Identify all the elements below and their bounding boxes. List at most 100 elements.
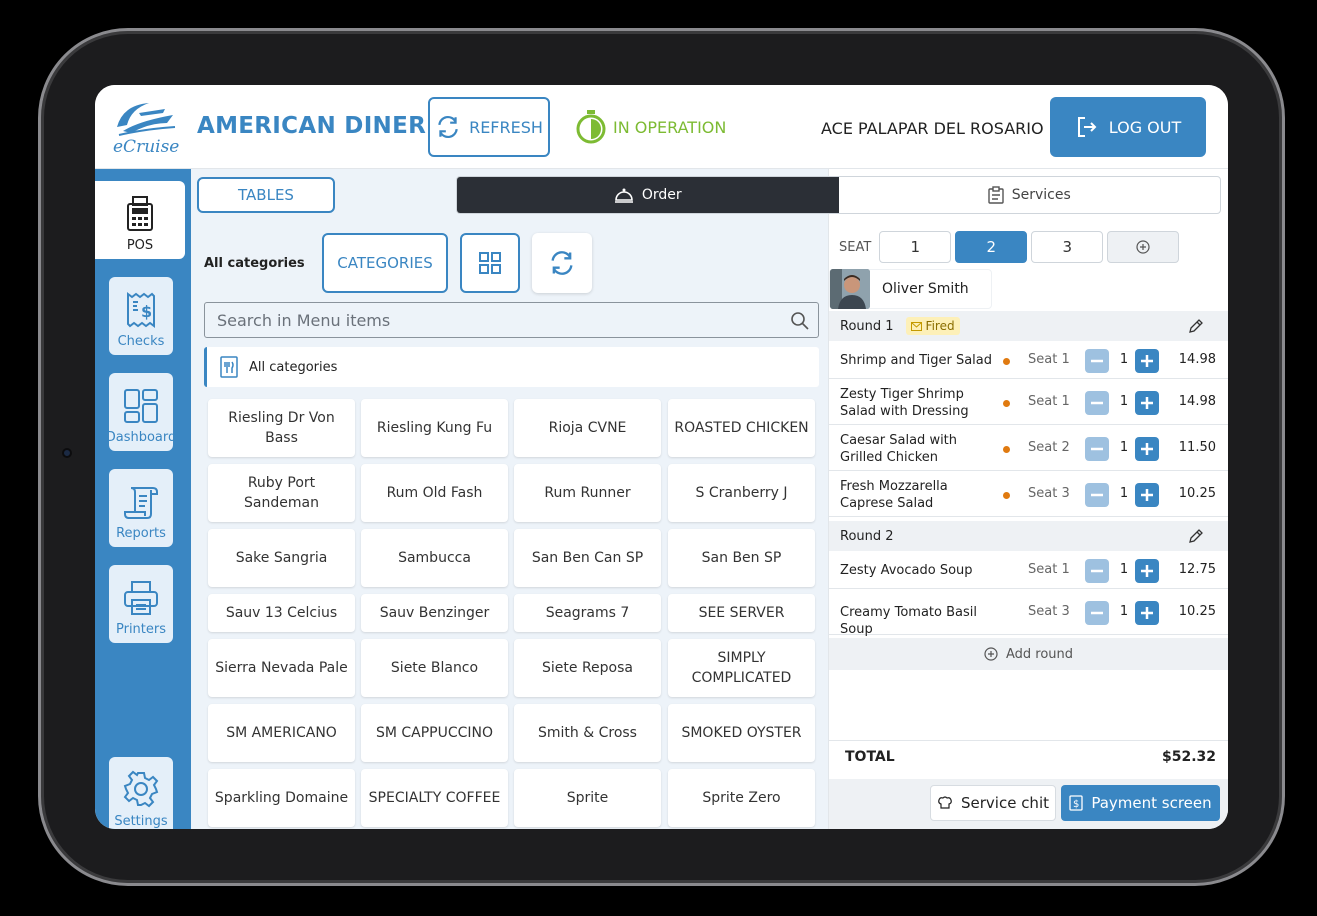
menu-item-button[interactable]: Sake Sangria bbox=[208, 529, 355, 587]
increase-qty-button[interactable] bbox=[1135, 601, 1159, 625]
menu-item-button[interactable]: Siete Reposa bbox=[514, 639, 661, 697]
menu-item-button[interactable]: SMOKED OYSTER bbox=[668, 704, 815, 762]
menu-item-button[interactable]: Smith & Cross bbox=[514, 704, 661, 762]
search-icon[interactable] bbox=[790, 311, 810, 331]
logo-text: eCruise bbox=[113, 137, 180, 157]
seat-button-1[interactable]: 1 bbox=[879, 231, 952, 263]
menu-item-button[interactable]: SEE SERVER bbox=[668, 594, 815, 632]
menu-item-button[interactable]: Riesling Dr Von Bass bbox=[208, 399, 355, 457]
tab-order-label: Order bbox=[641, 187, 682, 203]
menu-item-button[interactable]: San Ben Can SP bbox=[514, 529, 661, 587]
sidebar: POS $ Checks Dashboard Reports Printers … bbox=[95, 169, 191, 829]
service-chit-button[interactable]: Service chit bbox=[930, 785, 1056, 821]
sidebar-label-checks: Checks bbox=[117, 334, 165, 349]
operation-status: IN OPERATION bbox=[575, 109, 726, 145]
order-line[interactable]: Shrimp and Tiger Salad Seat 1 1 14.98 bbox=[829, 343, 1228, 379]
payment-screen-button[interactable]: $ Payment screen bbox=[1061, 785, 1220, 821]
plus-icon bbox=[1141, 489, 1153, 501]
seat-button-3[interactable]: 3 bbox=[1031, 231, 1104, 263]
scroll-icon bbox=[124, 487, 158, 519]
tab-order[interactable]: Order bbox=[457, 177, 839, 213]
sidebar-item-printers[interactable]: Printers bbox=[109, 565, 173, 643]
minus-icon bbox=[1091, 611, 1103, 615]
menu-item-button[interactable]: Ruby Port Sandeman bbox=[208, 464, 355, 522]
decrease-qty-button[interactable] bbox=[1085, 349, 1109, 373]
menu-item-button[interactable]: Rum Old Fash bbox=[361, 464, 508, 522]
sidebar-item-checks[interactable]: $ Checks bbox=[109, 277, 173, 355]
menu-item-button[interactable]: SM AMERICANO bbox=[208, 704, 355, 762]
fired-badge: Fired bbox=[905, 317, 960, 335]
sidebar-item-settings[interactable]: Settings bbox=[109, 757, 173, 829]
guest-chip[interactable]: Oliver Smith bbox=[829, 269, 992, 309]
line-seat: Seat 3 bbox=[1028, 604, 1070, 619]
sidebar-item-dashboard[interactable]: Dashboard bbox=[106, 373, 176, 451]
refresh-button[interactable]: REFRESH bbox=[428, 97, 550, 157]
menu-item-button[interactable]: San Ben SP bbox=[668, 529, 815, 587]
category-strip[interactable]: All categories bbox=[204, 347, 819, 387]
order-line[interactable]: Caesar Salad with Grilled Chicken Seat 2 1… bbox=[829, 427, 1228, 471]
menu-item-button[interactable]: Sambucca bbox=[361, 529, 508, 587]
menu-item-button[interactable]: Sierra Nevada Pale bbox=[208, 639, 355, 697]
menu-item-button[interactable]: Rioja CVNE bbox=[514, 399, 661, 457]
decrease-qty-button[interactable] bbox=[1085, 601, 1109, 625]
menu-item-button[interactable]: SM CAPPUCCINO bbox=[361, 704, 508, 762]
increase-qty-button[interactable] bbox=[1135, 391, 1159, 415]
menu-item-button[interactable]: Sauv Benzinger bbox=[361, 594, 508, 632]
seat-button-2[interactable]: 2 bbox=[955, 231, 1028, 263]
logout-button[interactable]: LOG OUT bbox=[1050, 97, 1206, 157]
tab-services-label: Services bbox=[1011, 187, 1071, 203]
decrease-qty-button[interactable] bbox=[1085, 437, 1109, 461]
edit-round-icon[interactable] bbox=[1188, 318, 1204, 334]
decrease-qty-button[interactable] bbox=[1085, 559, 1109, 583]
line-price: 14.98 bbox=[1178, 352, 1216, 367]
order-line[interactable]: Creamy Tomato Basil Soup Seat 3 1 10.25 bbox=[829, 591, 1228, 637]
decrease-qty-button[interactable] bbox=[1085, 391, 1109, 415]
sidebar-item-pos[interactable]: POS bbox=[95, 181, 185, 259]
tab-services[interactable]: Services bbox=[839, 177, 1221, 213]
line-item-name: Shrimp and Tiger Salad bbox=[840, 353, 993, 368]
categories-button[interactable]: CATEGORIES bbox=[322, 233, 448, 293]
increase-qty-button[interactable] bbox=[1135, 437, 1159, 461]
stopwatch-icon bbox=[576, 110, 606, 144]
line-seat: Seat 1 bbox=[1028, 352, 1070, 367]
decrease-qty-button[interactable] bbox=[1085, 483, 1109, 507]
sidebar-item-reports[interactable]: Reports bbox=[109, 469, 173, 547]
menu-item-button[interactable]: Sprite Zero bbox=[668, 769, 815, 827]
grid-view-button[interactable] bbox=[460, 233, 520, 293]
increase-qty-button[interactable] bbox=[1135, 349, 1159, 373]
tables-button[interactable]: TABLES bbox=[197, 177, 335, 213]
line-item-name: Zesty Tiger Shrimp Salad with Dressing bbox=[840, 387, 969, 419]
order-line[interactable]: Fresh Mozzarella Caprese Salad Seat 3 1 10.… bbox=[829, 473, 1228, 517]
menu-item-button[interactable]: SIMPLY COMPLICATED bbox=[668, 639, 815, 697]
user-name: ACE PALAPAR DEL ROSARIO bbox=[821, 119, 1044, 138]
menu-panel: TABLES All categories CATEGORIES All cat… bbox=[191, 169, 828, 829]
add-round-button[interactable]: Add round bbox=[829, 638, 1228, 670]
increase-qty-button[interactable] bbox=[1135, 559, 1159, 583]
edit-round-icon[interactable] bbox=[1188, 528, 1204, 544]
sidebar-label-pos: POS bbox=[126, 238, 154, 253]
menu-item-button[interactable]: Sauv 13 Celcius bbox=[208, 594, 355, 632]
menu-item-button[interactable]: Sparkling Domaine bbox=[208, 769, 355, 827]
dashboard-icon bbox=[124, 389, 158, 423]
menu-item-button[interactable]: SPECIALTY COFFEE bbox=[361, 769, 508, 827]
search-input[interactable] bbox=[205, 303, 818, 337]
order-line[interactable]: Zesty Tiger Shrimp Salad with Dressing Se… bbox=[829, 381, 1228, 425]
menu-item-button[interactable]: Rum Runner bbox=[514, 464, 661, 522]
refresh-label: REFRESH bbox=[469, 117, 543, 137]
refresh-icon bbox=[438, 115, 458, 139]
menu-item-button[interactable]: Siete Blanco bbox=[361, 639, 508, 697]
menu-item-button[interactable]: Sprite bbox=[514, 769, 661, 827]
line-seat: Seat 2 bbox=[1028, 440, 1070, 455]
menu-item-button[interactable]: Seagrams 7 bbox=[514, 594, 661, 632]
reload-menu-button[interactable] bbox=[532, 233, 592, 293]
line-item-name: Caesar Salad with Grilled Chicken bbox=[840, 433, 958, 465]
order-line[interactable]: Zesty Avocado Soup Seat 1 1 12.75 bbox=[829, 553, 1228, 589]
camera-dot bbox=[62, 448, 72, 458]
menu-item-button[interactable]: ROASTED CHICKEN bbox=[668, 399, 815, 457]
menu-item-button[interactable]: S Cranberry J bbox=[668, 464, 815, 522]
menu-item-button[interactable]: Riesling Kung Fu bbox=[361, 399, 508, 457]
add-seat-button[interactable] bbox=[1107, 231, 1180, 263]
minus-icon bbox=[1091, 359, 1103, 363]
increase-qty-button[interactable] bbox=[1135, 483, 1159, 507]
ship-logo-icon bbox=[117, 103, 176, 136]
